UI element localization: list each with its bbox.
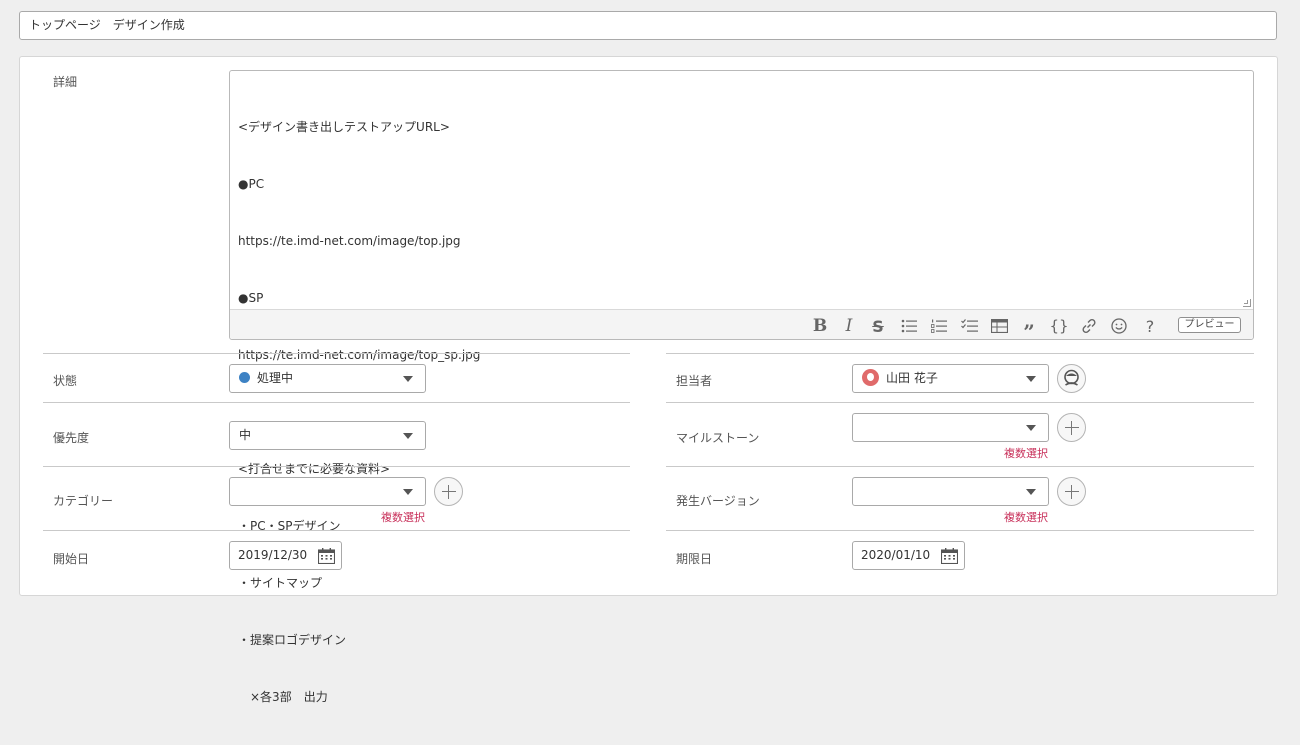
description-line <box>238 403 1245 422</box>
description-line: https://te.imd-net.com/image/top.jpg <box>238 234 461 248</box>
quote-icon[interactable]: ” <box>1018 316 1040 344</box>
status-label: 状態 <box>53 374 78 388</box>
plus-icon-stroke <box>1071 485 1072 499</box>
divider <box>666 466 1254 467</box>
divider <box>43 402 630 403</box>
assign-to-me-button[interactable] <box>1057 364 1086 393</box>
plus-icon-stroke <box>448 485 449 499</box>
calendar-icon[interactable] <box>318 548 335 564</box>
chevron-down-icon <box>1026 425 1036 431</box>
calendar-icon[interactable] <box>941 548 958 564</box>
category-select[interactable] <box>229 477 426 506</box>
status-select[interactable]: 処理中 <box>229 364 426 393</box>
milestone-label: マイルストーン <box>676 431 760 445</box>
description-line: https://te.imd-net.com/image/top_sp.jpg <box>238 348 481 362</box>
divider <box>43 466 630 467</box>
status-value: 処理中 <box>257 371 294 385</box>
plus-icon <box>442 491 456 492</box>
add-milestone-button[interactable] <box>1057 413 1086 442</box>
divider <box>43 353 630 354</box>
due-date-input[interactable]: 2020/01/10 <box>852 541 965 570</box>
plus-icon <box>1065 491 1079 492</box>
version-label: 発生バージョン <box>676 494 760 508</box>
divider <box>666 402 1254 403</box>
help-icon[interactable]: ? <box>1139 316 1161 336</box>
milestone-multi-select-link[interactable]: 複数選択 <box>1004 445 1048 461</box>
numbered-list-icon[interactable] <box>928 316 950 336</box>
preview-button[interactable]: プレビュー <box>1178 317 1241 333</box>
plus-icon <box>1065 427 1079 428</box>
divider <box>666 530 1254 531</box>
plus-icon-stroke <box>1071 421 1072 435</box>
version-multi-select-link[interactable]: 複数選択 <box>1004 509 1048 525</box>
table-icon[interactable] <box>988 316 1010 336</box>
resize-grip-icon[interactable] <box>1243 299 1251 307</box>
category-multi-select-link[interactable]: 複数選択 <box>381 509 425 525</box>
description-line: ・サイトマップ <box>238 576 323 590</box>
assignee-value: 山田 花子 <box>886 371 938 385</box>
link-icon[interactable] <box>1078 316 1100 336</box>
emoji-icon[interactable] <box>1108 316 1130 336</box>
priority-select[interactable]: 中 <box>229 421 426 450</box>
description-line: ●SP <box>238 291 264 305</box>
user-icon <box>1064 369 1079 386</box>
assignee-select[interactable]: 山田 花子 <box>852 364 1049 393</box>
status-dot-icon <box>239 372 250 383</box>
assignee-label: 担当者 <box>676 374 713 388</box>
start-date-input[interactable]: 2019/12/30 <box>229 541 342 570</box>
code-icon[interactable]: {} <box>1048 316 1070 336</box>
description-editor[interactable]: <デザイン書き出しテストアップURL> ●PC https://te.imd-n… <box>229 70 1254 704</box>
chevron-down-icon <box>1026 489 1036 495</box>
chevron-down-icon <box>403 433 413 439</box>
checklist-icon[interactable] <box>958 316 980 336</box>
chevron-down-icon <box>1026 376 1036 382</box>
avatar <box>862 369 879 386</box>
version-select[interactable] <box>852 477 1049 506</box>
description-line: <デザイン書き出しテストアップURL> <box>238 120 450 134</box>
priority-value: 中 <box>239 428 252 442</box>
category-label: カテゴリー <box>53 494 114 508</box>
add-version-button[interactable] <box>1057 477 1086 506</box>
start-date-value: 2019/12/30 <box>238 548 308 562</box>
description-line: ・提案ロゴデザイン <box>238 633 347 647</box>
editor-toolbar: B I S ” {} ? プレビュー <box>230 309 1253 344</box>
divider <box>43 530 630 531</box>
chevron-down-icon <box>403 376 413 382</box>
chevron-down-icon <box>403 489 413 495</box>
detail-label: 詳細 <box>53 75 78 89</box>
add-category-button[interactable] <box>434 477 463 506</box>
divider <box>666 353 1254 354</box>
italic-icon[interactable]: I <box>838 316 860 336</box>
bold-icon[interactable]: B <box>809 316 831 336</box>
strikethrough-icon[interactable]: S <box>867 316 889 336</box>
due-date-label: 期限日 <box>676 552 713 566</box>
description-line: ●PC <box>238 177 265 191</box>
priority-label: 優先度 <box>53 431 90 445</box>
start-date-label: 開始日 <box>53 552 90 566</box>
description-line: ×各3部 出力 <box>238 690 328 704</box>
due-date-value: 2020/01/10 <box>861 548 931 562</box>
description-text[interactable]: <デザイン書き出しテストアップURL> ●PC https://te.imd-n… <box>238 80 1245 745</box>
summary-input[interactable]: トップページ デザイン作成 <box>19 11 1277 40</box>
bullet-list-icon[interactable] <box>898 316 920 336</box>
milestone-select[interactable] <box>852 413 1049 442</box>
